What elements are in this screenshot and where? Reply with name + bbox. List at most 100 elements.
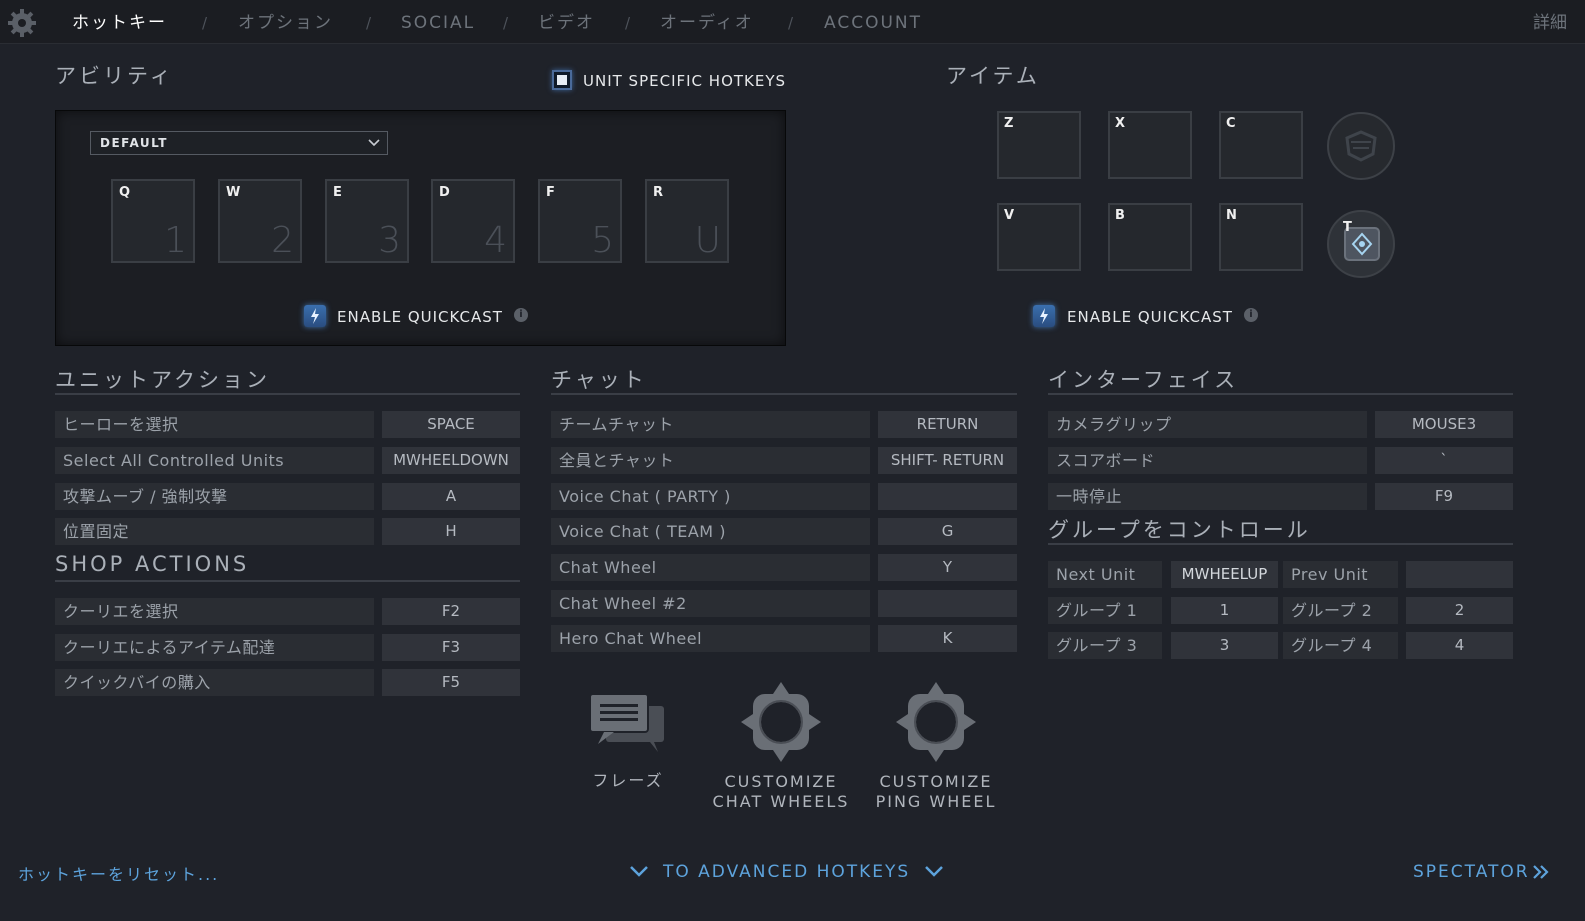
chat-wheel-icon[interactable] [740, 681, 822, 763]
tab-audio[interactable]: オーディオ [660, 0, 754, 44]
item-slot-x[interactable]: X [1108, 111, 1192, 179]
chevron-down-icon [368, 139, 380, 147]
interface-hotkey[interactable]: ` [1375, 447, 1513, 474]
double-chevron-right-icon[interactable] [1532, 863, 1550, 881]
group-hotkey[interactable]: 4 [1406, 632, 1513, 659]
shop-action-hotkey[interactable]: F2 [382, 598, 520, 625]
chevron-down-icon[interactable] [628, 863, 650, 879]
ability-slot-w[interactable]: W2 [218, 179, 302, 263]
item-slot-z[interactable]: Z [997, 111, 1081, 179]
unit-action-hotkey[interactable]: H [382, 518, 520, 545]
slot-number: 2 [271, 220, 294, 261]
customize-chat-wheels-label-1[interactable]: CUSTOMIZE [701, 772, 861, 792]
slot-key-label: Z [1004, 116, 1014, 131]
unit-action-hotkey[interactable]: SPACE [382, 411, 520, 438]
tp-scroll-slot[interactable]: T [1327, 210, 1395, 278]
ability-slot-d[interactable]: D4 [431, 179, 515, 263]
group-label: グループ 3 [1048, 632, 1162, 659]
ability-preset-dropdown[interactable]: DEFAULT [90, 131, 388, 155]
advanced-settings-link[interactable]: 詳細 [1533, 0, 1567, 44]
group-hotkey[interactable] [1406, 561, 1513, 588]
spectator-link[interactable]: SPECTATOR [1413, 862, 1530, 882]
tab-account[interactable]: ACCOUNT [824, 0, 922, 44]
settings-gear-icon[interactable] [6, 7, 38, 39]
interface-label: カメラグリップ [1048, 411, 1367, 438]
ability-slot-r[interactable]: RU [645, 179, 729, 263]
chat-hotkey[interactable] [878, 483, 1017, 510]
shop-action-hotkey[interactable]: F5 [382, 669, 520, 696]
to-advanced-hotkeys-link[interactable]: TO ADVANCED HOTKEYS [663, 862, 910, 882]
interface-hotkey[interactable]: MOUSE3 [1375, 411, 1513, 438]
chat-hotkey[interactable]: Y [878, 554, 1017, 581]
group-hotkey[interactable]: 3 [1171, 632, 1278, 659]
ping-wheel-icon[interactable] [895, 681, 977, 763]
group-label: Next Unit [1048, 561, 1162, 588]
tab-social[interactable]: SOCIAL [401, 0, 475, 44]
group-hotkey[interactable]: 1 [1171, 597, 1278, 624]
customize-chat-wheels-label-2[interactable]: CHAT WHEELS [701, 792, 861, 812]
neutral-item-slot[interactable] [1327, 112, 1395, 180]
tab-separator: / [202, 14, 208, 32]
chat-hotkey[interactable]: RETURN [878, 411, 1017, 438]
item-quickcast-toggle[interactable] [1033, 305, 1055, 327]
chat-hotkey[interactable]: G [878, 518, 1017, 545]
tab-video[interactable]: ビデオ [538, 0, 595, 44]
group-label: グループ 1 [1048, 597, 1162, 624]
customize-ping-wheel-label-2[interactable]: PING WHEEL [856, 792, 1016, 812]
chat-hotkey[interactable]: SHIFT- RETURN [878, 447, 1017, 474]
chat-label: チームチャット [551, 411, 870, 438]
ability-quickcast-toggle[interactable] [304, 305, 326, 327]
tp-key-label: T [1343, 220, 1352, 235]
item-quickcast-label[interactable]: ENABLE QUICKCAST [1067, 308, 1233, 326]
group-hotkey[interactable]: MWHEELUP [1171, 561, 1278, 588]
tab-hotkeys[interactable]: ホットキー [72, 0, 167, 44]
ability-slot-e[interactable]: E3 [325, 179, 409, 263]
tab-separator: / [788, 14, 794, 32]
teleport-scroll-icon [1344, 227, 1380, 261]
item-slot-v[interactable]: V [997, 203, 1081, 271]
slot-key-label: C [1226, 116, 1236, 131]
group-label: Prev Unit [1283, 561, 1398, 588]
items-section-title: アイテム [946, 64, 1040, 88]
phrases-label[interactable]: フレーズ [568, 771, 688, 791]
reset-hotkeys-link[interactable]: ホットキーをリセット... [18, 861, 219, 885]
slot-number: U [694, 220, 721, 261]
ability-slot-q[interactable]: Q1 [111, 179, 195, 263]
chevron-down-icon[interactable] [923, 863, 945, 879]
unit-specific-hotkeys-checkbox[interactable] [552, 70, 572, 90]
section-divider [1048, 543, 1513, 545]
tab-options[interactable]: オプション [238, 0, 333, 44]
item-slot-b[interactable]: B [1108, 203, 1192, 271]
ability-hotkeys-panel: DEFAULT Q1 W2 E3 D4 F5 RU ENABLE QUICKCA… [55, 110, 786, 346]
chat-hotkey[interactable] [878, 590, 1017, 617]
shop-action-hotkey[interactable]: F3 [382, 634, 520, 661]
group-hotkey[interactable]: 2 [1406, 597, 1513, 624]
chat-hotkey[interactable]: K [878, 625, 1017, 652]
slot-number: 5 [591, 220, 614, 261]
chat-label: 全員とチャット [551, 447, 870, 474]
unit-action-label: 位置固定 [55, 518, 374, 545]
lightning-icon [311, 308, 319, 324]
tab-separator: / [366, 14, 372, 32]
interface-hotkey[interactable]: F9 [1375, 483, 1513, 510]
slot-number: 4 [484, 220, 507, 261]
section-divider [1048, 393, 1513, 395]
customize-ping-wheel-label-1[interactable]: CUSTOMIZE [856, 772, 1016, 792]
slot-key-label: E [333, 185, 342, 200]
ability-quickcast-label[interactable]: ENABLE QUICKCAST [337, 308, 503, 326]
phrases-chat-bubble-icon[interactable] [588, 690, 668, 758]
unit-action-hotkey[interactable]: A [382, 483, 520, 510]
info-icon[interactable]: i [1244, 308, 1258, 322]
slot-key-label: D [439, 185, 450, 200]
item-slot-c[interactable]: C [1219, 111, 1303, 179]
shop-action-label: クーリエによるアイテム配達 [55, 634, 374, 661]
info-icon[interactable]: i [514, 308, 528, 322]
unit-specific-hotkeys-label[interactable]: UNIT SPECIFIC HOTKEYS [583, 72, 786, 90]
shop-actions-section-title: SHOP ACTIONS [55, 552, 250, 576]
unit-actions-section-title: ユニットアクション [55, 368, 270, 392]
unit-action-hotkey[interactable]: MWHEELDOWN [382, 447, 520, 474]
ability-slot-f[interactable]: F5 [538, 179, 622, 263]
ability-preset-value: DEFAULT [100, 136, 168, 150]
checkbox-checked-mark [557, 75, 567, 85]
item-slot-n[interactable]: N [1219, 203, 1303, 271]
